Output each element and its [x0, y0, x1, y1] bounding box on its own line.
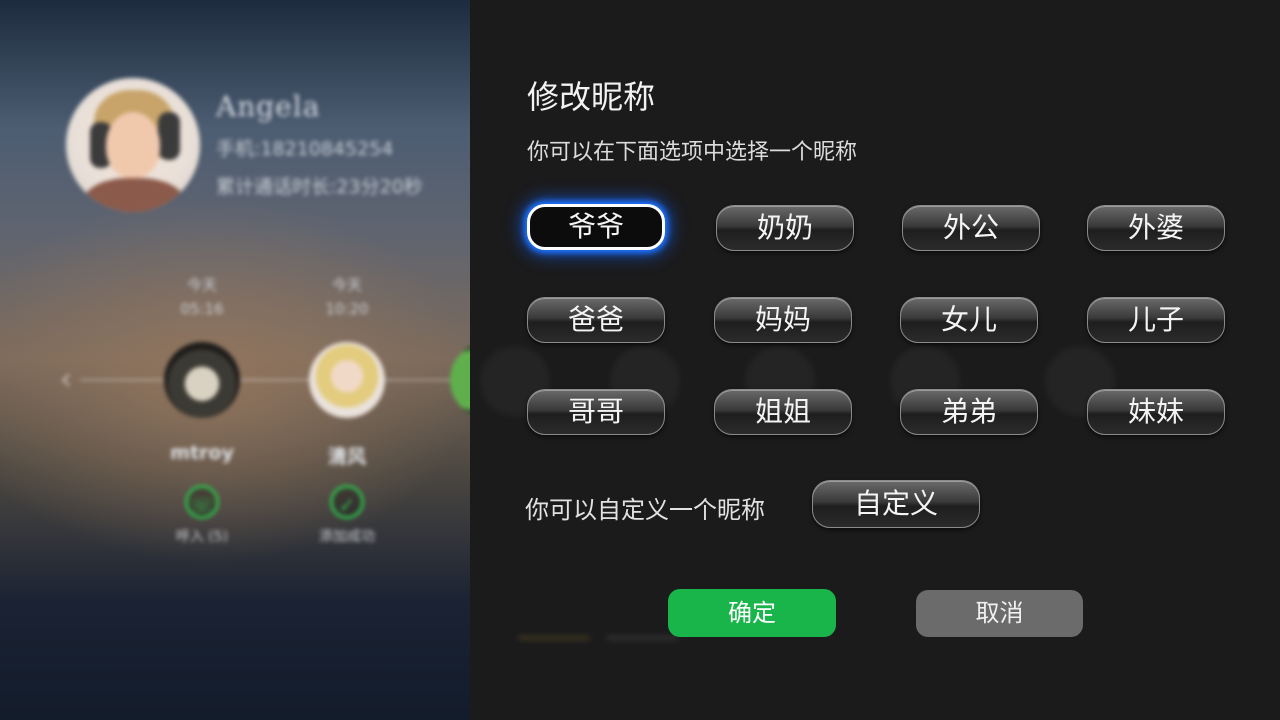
timeline-contact-avatar	[450, 342, 470, 418]
timeline-contact-name: mtroy	[170, 442, 234, 464]
edit-nickname-dialog: 修改昵称 你可以在下面选项中选择一个昵称 爷爷 奶奶 外公 外婆 爸爸 妈妈 女…	[470, 0, 1280, 720]
check-icon: ✓	[330, 485, 364, 519]
nickname-option-maternal-grandpa[interactable]: 外公	[902, 205, 1040, 251]
timeline-day: 今天	[331, 276, 362, 294]
nickname-option-grandma[interactable]: 奶奶	[716, 205, 854, 251]
background-contact-panel: Angela 手机:18210845254 累计通话时长:23分20秒 今天 0…	[0, 0, 470, 720]
timeline-action: 添加成功	[319, 529, 375, 545]
nickname-option-mom[interactable]: 妈妈	[714, 297, 852, 343]
nickname-option-maternal-grandma[interactable]: 外婆	[1087, 205, 1225, 251]
nickname-option-younger-brother[interactable]: 弟弟	[900, 389, 1038, 435]
timeline-action: 呼入 (5)	[175, 529, 229, 545]
timeline-time: 10:20	[325, 300, 369, 318]
timeline-line	[80, 379, 470, 381]
timeline-contact-avatar	[164, 342, 240, 418]
chevron-left-icon: ‹	[60, 362, 72, 397]
nickname-option-older-sister[interactable]: 姐姐	[714, 389, 852, 435]
contact-avatar	[66, 78, 200, 212]
nickname-option-son[interactable]: 儿子	[1087, 297, 1225, 343]
nickname-option-younger-sister[interactable]: 妹妹	[1087, 389, 1225, 435]
nickname-option-grandpa[interactable]: 爷爷	[527, 204, 665, 250]
confirm-button[interactable]: 确定	[668, 589, 836, 637]
contact-phone: 手机:18210845254	[216, 138, 394, 160]
nickname-option-dad[interactable]: 爸爸	[527, 297, 665, 343]
nickname-option-older-brother[interactable]: 哥哥	[527, 389, 665, 435]
custom-nickname-prompt: 你可以自定义一个昵称	[525, 496, 765, 524]
timeline-contact-name: 清风	[327, 446, 366, 468]
contact-call-duration: 累计通话时长:23分20秒	[216, 176, 423, 198]
timeline-contact-avatar	[309, 342, 385, 418]
phone-icon: ☏	[185, 485, 219, 519]
custom-nickname-button[interactable]: 自定义	[812, 480, 980, 528]
cancel-button[interactable]: 取消	[916, 590, 1083, 637]
dialog-subtitle: 你可以在下面选项中选择一个昵称	[527, 140, 858, 165]
timeline-day: 今天	[186, 276, 217, 294]
contact-name: Angela	[216, 90, 321, 123]
dialog-title: 修改昵称	[527, 78, 656, 116]
nickname-option-daughter[interactable]: 女儿	[900, 297, 1038, 343]
timeline-time: 05:16	[180, 300, 224, 318]
